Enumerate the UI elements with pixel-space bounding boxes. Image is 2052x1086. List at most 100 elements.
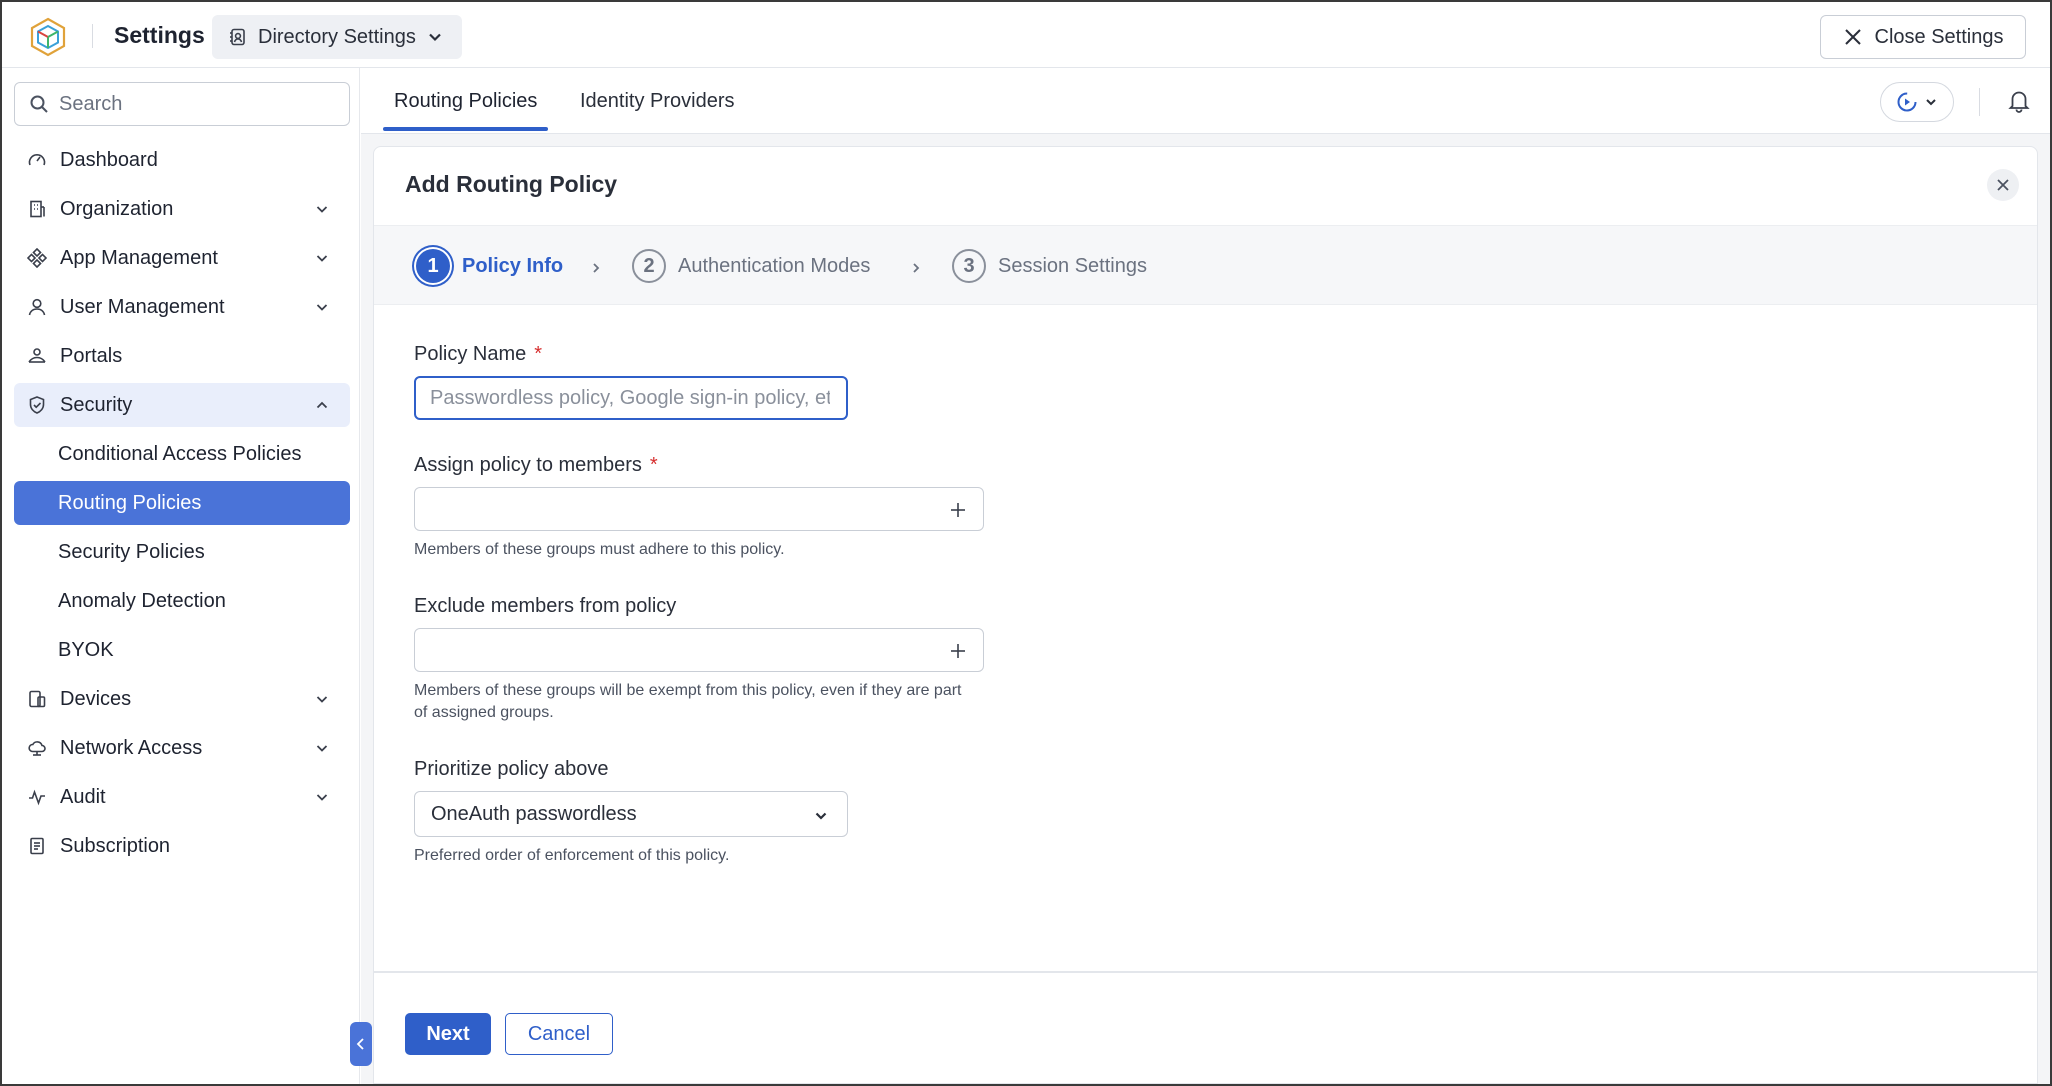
tabs-bar-divider: [1979, 88, 1980, 116]
sidebar-item-label: Network Access: [60, 736, 203, 759]
sidebar-item-label: Dashboard: [60, 148, 158, 171]
sidebar-item-label: App Management: [60, 246, 218, 269]
exclude-members-hint: Members of these groups will be exempt f…: [414, 682, 962, 721]
step-authentication-modes[interactable]: 2 Authentication Modes: [632, 249, 870, 283]
chevron-down-icon: [815, 812, 827, 820]
chevron-down-icon: [316, 304, 328, 311]
step-session-settings[interactable]: 3 Session Settings: [952, 249, 1147, 283]
tabs-bar: Routing Policies Identity Providers: [361, 68, 2050, 134]
sidebar-item-audit[interactable]: Audit: [14, 775, 350, 819]
step-number: 3: [952, 249, 986, 283]
tab-identity-providers[interactable]: Identity Providers: [580, 90, 735, 113]
chevron-down-icon: [316, 794, 328, 801]
sidebar-item-label: Audit: [60, 785, 106, 808]
sidebar-item-subscription[interactable]: Subscription: [14, 824, 350, 868]
panel-close-button[interactable]: [1987, 169, 2019, 201]
close-icon: [1997, 179, 2009, 191]
search-input[interactable]: [59, 92, 339, 116]
prioritize-policy-hint: Preferred order of enforcement of this p…: [414, 847, 730, 864]
cloud-icon: [26, 737, 48, 759]
policy-name-field[interactable]: [414, 376, 848, 420]
apps-icon: [26, 247, 48, 269]
sidebar-item-label: Portals: [60, 344, 123, 367]
chevron-right-icon: [913, 263, 920, 273]
sidebar-item-label: User Management: [60, 295, 225, 318]
prioritize-policy-value: OneAuth passwordless: [431, 802, 637, 825]
sidebar-subitem-byok[interactable]: BYOK: [14, 628, 350, 672]
sidebar-item-label: Subscription: [60, 834, 171, 857]
sidebar-item-devices[interactable]: Devices: [14, 677, 350, 721]
close-settings-label: Close Settings: [1874, 25, 2004, 48]
sidebar-item-label: Security: [60, 393, 133, 416]
assign-members-hint: Members of these groups must adhere to t…: [414, 541, 785, 558]
sidebar-item-user-management[interactable]: User Management: [14, 285, 350, 329]
document-icon: [26, 835, 48, 857]
activity-icon: [26, 786, 48, 808]
step-number: 1: [416, 249, 450, 283]
sidebar-item-portals[interactable]: Portals: [14, 334, 350, 378]
chevron-up-icon: [316, 401, 328, 409]
plus-icon[interactable]: [949, 642, 967, 660]
chevron-down-icon: [316, 255, 328, 262]
step-label: Authentication Modes: [678, 254, 871, 277]
chevron-down-icon: [316, 745, 328, 752]
next-button[interactable]: Next: [405, 1013, 491, 1055]
directory-settings-switcher[interactable]: Directory Settings: [212, 15, 462, 59]
plus-icon[interactable]: [949, 501, 967, 519]
chevron-right-icon: [593, 263, 600, 273]
sidebar-item-dashboard[interactable]: Dashboard: [14, 138, 350, 182]
sidebar-item-label: Devices: [60, 687, 132, 710]
sidebar-subitem-routing-policies[interactable]: Routing Policies: [14, 481, 350, 525]
app-logo-icon: [30, 17, 66, 57]
sidebar-item-app-management[interactable]: App Management: [14, 236, 350, 280]
close-settings-button[interactable]: Close Settings: [1820, 15, 2026, 59]
chevron-down-icon: [316, 206, 328, 213]
sidebar-collapse-button[interactable]: [350, 1022, 372, 1066]
step-policy-info[interactable]: 1 Policy Info: [416, 249, 563, 283]
sidebar-search[interactable]: [14, 82, 350, 126]
sidebar-item-security[interactable]: Security: [14, 383, 350, 427]
sidebar-item-organization[interactable]: Organization: [14, 187, 350, 231]
sidebar-nav: Dashboard Organization App Management Us…: [14, 138, 350, 873]
main-content: Routing Policies Identity Providers Add …: [361, 68, 2050, 1084]
cancel-button[interactable]: Cancel: [505, 1013, 613, 1055]
portal-icon: [26, 345, 48, 367]
step-indicator: 1 Policy Info 2 Authentication Modes 3 S…: [374, 225, 2037, 305]
bell-icon[interactable]: [2006, 88, 2032, 114]
sidebar-subitem-anomaly-detection[interactable]: Anomaly Detection: [14, 579, 350, 623]
play-circle-icon: [1897, 92, 1917, 112]
close-icon: [1844, 29, 1861, 45]
chevron-down-icon: [429, 33, 441, 42]
sidebar-item-label: Organization: [60, 197, 174, 220]
panel-title: Add Routing Policy: [405, 171, 618, 197]
prioritize-policy-select[interactable]: OneAuth passwordless: [414, 791, 848, 837]
shield-icon: [26, 394, 48, 416]
policy-name-label-text: Policy Name: [414, 343, 527, 365]
panel-footer: Next Cancel: [374, 971, 2037, 1083]
assign-members-label: Assign policy to members *: [414, 454, 1114, 477]
building-icon: [26, 198, 48, 220]
tab-routing-policies[interactable]: Routing Policies: [394, 90, 537, 113]
assign-members-label-text: Assign policy to members: [414, 454, 642, 476]
sidebar: Dashboard Organization App Management Us…: [2, 68, 360, 1084]
required-marker: *: [534, 343, 543, 365]
step-label: Session Settings: [998, 254, 1147, 277]
sidebar-subitem-conditional-access[interactable]: Conditional Access Policies: [14, 432, 350, 476]
sidebar-subitem-security-policies[interactable]: Security Policies: [14, 530, 350, 574]
policy-name-label: Policy Name *: [414, 343, 1114, 366]
add-routing-policy-panel: Add Routing Policy 1 Policy Info 2 Authe…: [373, 146, 2038, 1084]
policy-name-input[interactable]: [430, 386, 830, 410]
step-label: Policy Info: [462, 254, 564, 277]
active-tab-indicator: [383, 127, 548, 131]
chevron-down-icon: [1926, 99, 1936, 106]
required-marker: *: [649, 454, 658, 476]
guided-tour-button[interactable]: [1880, 82, 1954, 122]
search-icon: [30, 95, 48, 113]
app-title: Settings: [114, 22, 205, 48]
prioritize-policy-label: Prioritize policy above: [414, 758, 609, 780]
top-bar: Settings Directory Settings Close Settin…: [2, 2, 2050, 68]
directory-switcher-label: Directory Settings: [258, 25, 416, 48]
exclude-members-picker[interactable]: [414, 628, 984, 672]
assign-members-picker[interactable]: [414, 487, 984, 531]
sidebar-item-network-access[interactable]: Network Access: [14, 726, 350, 770]
